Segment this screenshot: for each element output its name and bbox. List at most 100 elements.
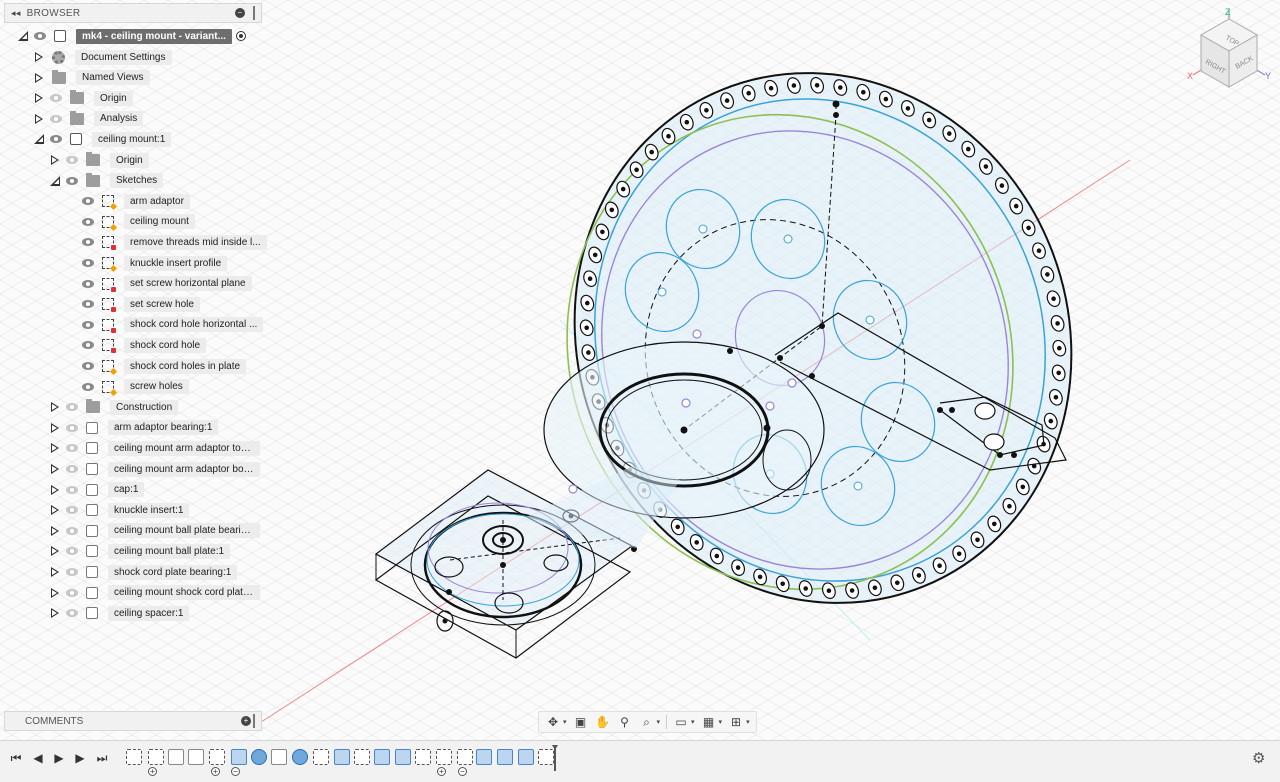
visibility-eye-icon[interactable] bbox=[66, 465, 78, 473]
browser-item-label[interactable]: Document Settings bbox=[75, 49, 172, 65]
group-collapse-icon[interactable]: − bbox=[231, 767, 240, 776]
browser-tree-item[interactable]: knuckle insert:1 bbox=[50, 501, 190, 519]
browser-item-label[interactable]: arm adaptor bearing:1 bbox=[108, 420, 219, 436]
visibility-eye-icon[interactable] bbox=[82, 341, 94, 350]
display-settings-icon[interactable]: ▭ bbox=[673, 715, 689, 729]
browser-item-label[interactable]: Origin bbox=[94, 90, 133, 106]
step-back-icon[interactable]: ◀ bbox=[30, 750, 46, 766]
browser-tree-item[interactable]: Document Settings bbox=[34, 48, 172, 66]
step-forward-icon[interactable]: ▶ bbox=[72, 750, 88, 766]
comments-pin-icon[interactable] bbox=[253, 714, 255, 728]
group-expand-icon[interactable]: + bbox=[211, 767, 220, 776]
timeline-feature-blue-icon[interactable] bbox=[518, 749, 534, 765]
timeline-feature-sketch-icon[interactable] bbox=[209, 749, 225, 765]
visibility-eye-icon[interactable] bbox=[82, 197, 94, 206]
browser-tree-item[interactable]: ceiling mount ball plate:1 bbox=[50, 542, 231, 560]
orbit-icon[interactable]: ✥ bbox=[545, 715, 561, 729]
timeline-settings-gear-icon[interactable]: ⚙ bbox=[1252, 751, 1268, 767]
browser-tree-item[interactable]: ceiling mount arm adaptor top:1 bbox=[50, 439, 260, 457]
expand-toggle-icon[interactable] bbox=[50, 401, 60, 413]
root-component-label[interactable]: mk4 - ceiling mount - variant... bbox=[76, 28, 232, 44]
visibility-eye-icon[interactable] bbox=[66, 403, 78, 412]
activate-radio-icon[interactable] bbox=[235, 31, 246, 41]
expand-toggle-icon[interactable] bbox=[50, 587, 60, 599]
chevron-down-icon[interactable]: ▾ bbox=[719, 718, 723, 726]
browser-tree-item[interactable]: Construction bbox=[50, 398, 179, 416]
expand-toggle-icon[interactable] bbox=[50, 545, 60, 557]
visibility-eye-icon[interactable] bbox=[66, 609, 78, 618]
panel-pin-icon[interactable] bbox=[253, 6, 255, 20]
collapse-panel-icon[interactable]: ◂◂ bbox=[11, 8, 21, 19]
browser-tree-item[interactable]: ceiling mount shock cord plate:1 bbox=[50, 584, 260, 602]
expand-toggle-icon[interactable] bbox=[34, 51, 44, 63]
browser-item-label[interactable]: shock cord hole horizontal ... bbox=[124, 317, 264, 333]
timeline-feature-blue-icon[interactable] bbox=[231, 749, 247, 765]
timeline-feature-sketch-icon[interactable] bbox=[313, 749, 329, 765]
browser-root-row[interactable]: mk4 - ceiling mount - variant... bbox=[18, 27, 246, 45]
expand-toggle-icon[interactable] bbox=[34, 72, 44, 84]
comments-panel[interactable]: COMMENTS + bbox=[4, 711, 262, 731]
timeline-feature-blue-icon[interactable] bbox=[334, 749, 350, 765]
expand-toggle-icon[interactable] bbox=[50, 566, 60, 578]
visibility-eye-icon[interactable] bbox=[82, 382, 94, 391]
visibility-eye-icon[interactable] bbox=[50, 135, 62, 144]
timeline-feature-plane-icon[interactable] bbox=[168, 749, 184, 765]
expand-toggle-icon[interactable] bbox=[50, 463, 60, 475]
browser-item-label[interactable]: Sketches bbox=[110, 173, 164, 189]
browser-item-label[interactable]: ceiling mount ball plate bearing:1 bbox=[108, 523, 260, 539]
browser-tree-item[interactable]: screw holes bbox=[66, 378, 189, 396]
collapse-toggle-icon[interactable] bbox=[34, 133, 44, 145]
browser-item-label[interactable]: ceiling mount ball plate:1 bbox=[108, 543, 231, 559]
browser-tree-item[interactable]: knuckle insert profile bbox=[66, 254, 228, 272]
visibility-eye-icon[interactable] bbox=[66, 568, 78, 576]
timeline-feature-blue-icon[interactable] bbox=[395, 749, 411, 765]
viewports-icon[interactable]: ⊞ bbox=[728, 715, 744, 729]
browser-item-label[interactable]: ceiling spacer:1 bbox=[108, 605, 190, 621]
expand-toggle-icon[interactable] bbox=[50, 422, 60, 434]
browser-tree-item[interactable]: shock cord plate bearing:1 bbox=[50, 563, 238, 581]
pan-icon[interactable]: ✋ bbox=[595, 715, 611, 729]
visibility-eye-icon[interactable] bbox=[66, 176, 78, 185]
browser-tree-item[interactable]: shock cord holes in plate bbox=[66, 357, 247, 375]
fit-icon[interactable]: ⌕ bbox=[639, 715, 655, 729]
browser-tree-item[interactable]: Origin bbox=[50, 151, 149, 169]
browser-tree-item[interactable]: Named Views bbox=[34, 69, 150, 87]
grid-icon[interactable]: ▦ bbox=[701, 715, 717, 729]
timeline-feature-plane-icon[interactable] bbox=[271, 749, 287, 765]
browser-item-label[interactable]: ceiling mount:1 bbox=[92, 131, 172, 147]
browser-tree-item[interactable]: Analysis bbox=[34, 110, 144, 128]
timeline-feature-sketch-icon[interactable] bbox=[126, 749, 142, 765]
browser-item-label[interactable]: shock cord hole bbox=[124, 337, 207, 353]
visibility-eye-icon[interactable] bbox=[66, 588, 78, 597]
chevron-down-icon[interactable]: ▾ bbox=[746, 718, 750, 726]
browser-item-label[interactable]: ceiling mount arm adaptor botto... bbox=[108, 461, 260, 477]
visibility-eye-icon[interactable] bbox=[66, 506, 78, 515]
timeline-feature-sketch-icon[interactable] bbox=[148, 749, 164, 765]
chevron-down-icon[interactable]: ▾ bbox=[657, 718, 661, 726]
browser-tree-item[interactable]: set screw horizontal plane bbox=[66, 275, 252, 293]
browser-item-label[interactable]: shock cord plate bearing:1 bbox=[108, 564, 238, 580]
browser-item-label[interactable]: arm adaptor bbox=[124, 193, 190, 209]
visibility-eye-icon[interactable] bbox=[82, 259, 94, 267]
browser-tree-item[interactable]: Sketches bbox=[50, 172, 164, 190]
browser-item-label[interactable]: set screw hole bbox=[124, 296, 200, 312]
browser-item-label[interactable]: Construction bbox=[110, 399, 179, 415]
expand-toggle-icon[interactable] bbox=[50, 504, 60, 516]
expand-toggle-icon[interactable] bbox=[18, 30, 28, 42]
browser-tree-item[interactable]: Origin bbox=[34, 89, 133, 107]
expand-toggle-icon[interactable] bbox=[50, 525, 60, 537]
chevron-down-icon[interactable]: ▾ bbox=[563, 718, 567, 726]
timeline-feature-sketch-icon[interactable] bbox=[457, 749, 473, 765]
group-expand-icon[interactable]: + bbox=[437, 767, 446, 776]
browser-item-label[interactable]: ceiling mount bbox=[124, 214, 195, 230]
expand-toggle-icon[interactable] bbox=[50, 442, 60, 454]
browser-tree-item[interactable]: ceiling mount bbox=[66, 213, 195, 231]
collapse-toggle-icon[interactable] bbox=[50, 175, 60, 187]
browser-item-label[interactable]: cap:1 bbox=[108, 482, 145, 498]
expand-toggle-icon[interactable] bbox=[34, 92, 44, 104]
timeline-feature-dot-icon[interactable] bbox=[292, 749, 308, 765]
visibility-eye-icon[interactable] bbox=[66, 156, 78, 164]
visibility-eye-icon[interactable] bbox=[66, 526, 78, 535]
browser-item-label[interactable]: Named Views bbox=[76, 70, 150, 86]
skip-to-end-icon[interactable]: ⏭ bbox=[94, 750, 110, 766]
